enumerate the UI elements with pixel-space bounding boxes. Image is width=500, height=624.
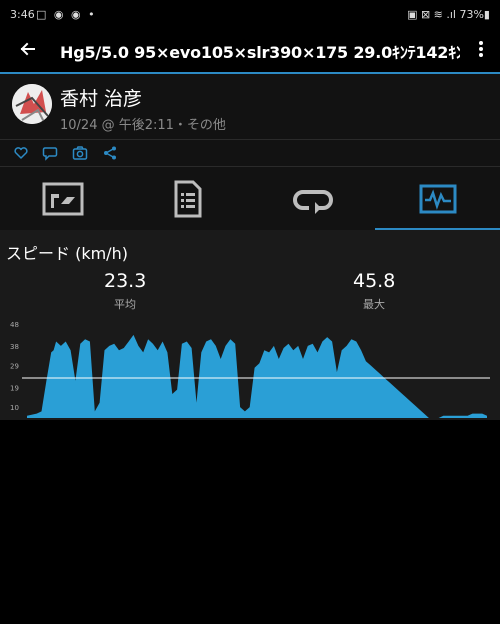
- document-icon: [174, 180, 201, 217]
- y-tick-label: 38: [10, 343, 19, 351]
- max-speed-label: 最大: [363, 298, 385, 311]
- max-speed-value: 45.8: [353, 270, 396, 292]
- more-dots-svg: [479, 41, 483, 57]
- status-bar: 3:46 □ ◉ ◉ • ▣ ⊠ ≋ .ıl 73%▮: [0, 0, 500, 30]
- speed-series-area: [27, 334, 487, 418]
- comment-icon[interactable]: [42, 145, 58, 161]
- user-name[interactable]: 香村 治彦: [60, 84, 142, 111]
- tab-laps[interactable]: [250, 167, 375, 230]
- back-arrow-icon[interactable]: [15, 36, 41, 62]
- y-tick-label: 48: [10, 321, 19, 329]
- system-status-icons: ▣ ⊠ ≋ .ıl 73%▮: [407, 8, 490, 21]
- graph-icon: [419, 184, 456, 213]
- tab-bar: [0, 167, 500, 230]
- share-icon[interactable]: [102, 145, 118, 161]
- status-time: 3:46: [10, 8, 35, 21]
- speed-area-chart[interactable]: 48 38 29 19 10: [0, 318, 500, 420]
- heart-icon[interactable]: [13, 145, 29, 161]
- avg-speed-label: 平均: [114, 298, 136, 311]
- user-avatar[interactable]: [12, 84, 52, 124]
- back-arrow-svg: [20, 42, 35, 56]
- more-vertical-icon[interactable]: [476, 36, 486, 70]
- activity-header: 香村 治彦 10/24 @ 午後2:11・その他: [0, 74, 500, 140]
- y-tick-label: 29: [10, 363, 19, 371]
- camera-icon[interactable]: [72, 145, 88, 161]
- chart-overview-icon: [42, 182, 83, 215]
- avg-speed-value: 23.3: [104, 270, 147, 292]
- speed-chart-section: スピード (km/h) 23.3 平均 45.8 最大 48 38 29 19 10: [0, 230, 500, 420]
- app-bar: Hg5/5.0 95×evo105×slr390×175 29.0ｷﾝﾃ142ｷ…: [0, 30, 500, 72]
- tab-graphs[interactable]: [375, 167, 500, 230]
- social-bar: [0, 140, 500, 166]
- activity-meta: 10/24 @ 午後2:11・その他: [60, 118, 226, 133]
- notification-icons: □ ◉ ◉ •: [36, 8, 97, 21]
- tab-overview[interactable]: [0, 167, 125, 230]
- avatar-image: [12, 84, 52, 124]
- y-tick-label: 19: [10, 384, 19, 392]
- chart-title: スピード (km/h): [6, 244, 128, 263]
- activity-title: Hg5/5.0 95×evo105×slr390×175 29.0ｷﾝﾃ142ｷ…: [60, 43, 460, 62]
- y-tick-label: 10: [10, 404, 19, 412]
- tab-details[interactable]: [125, 167, 250, 230]
- laps-icon: [292, 189, 333, 214]
